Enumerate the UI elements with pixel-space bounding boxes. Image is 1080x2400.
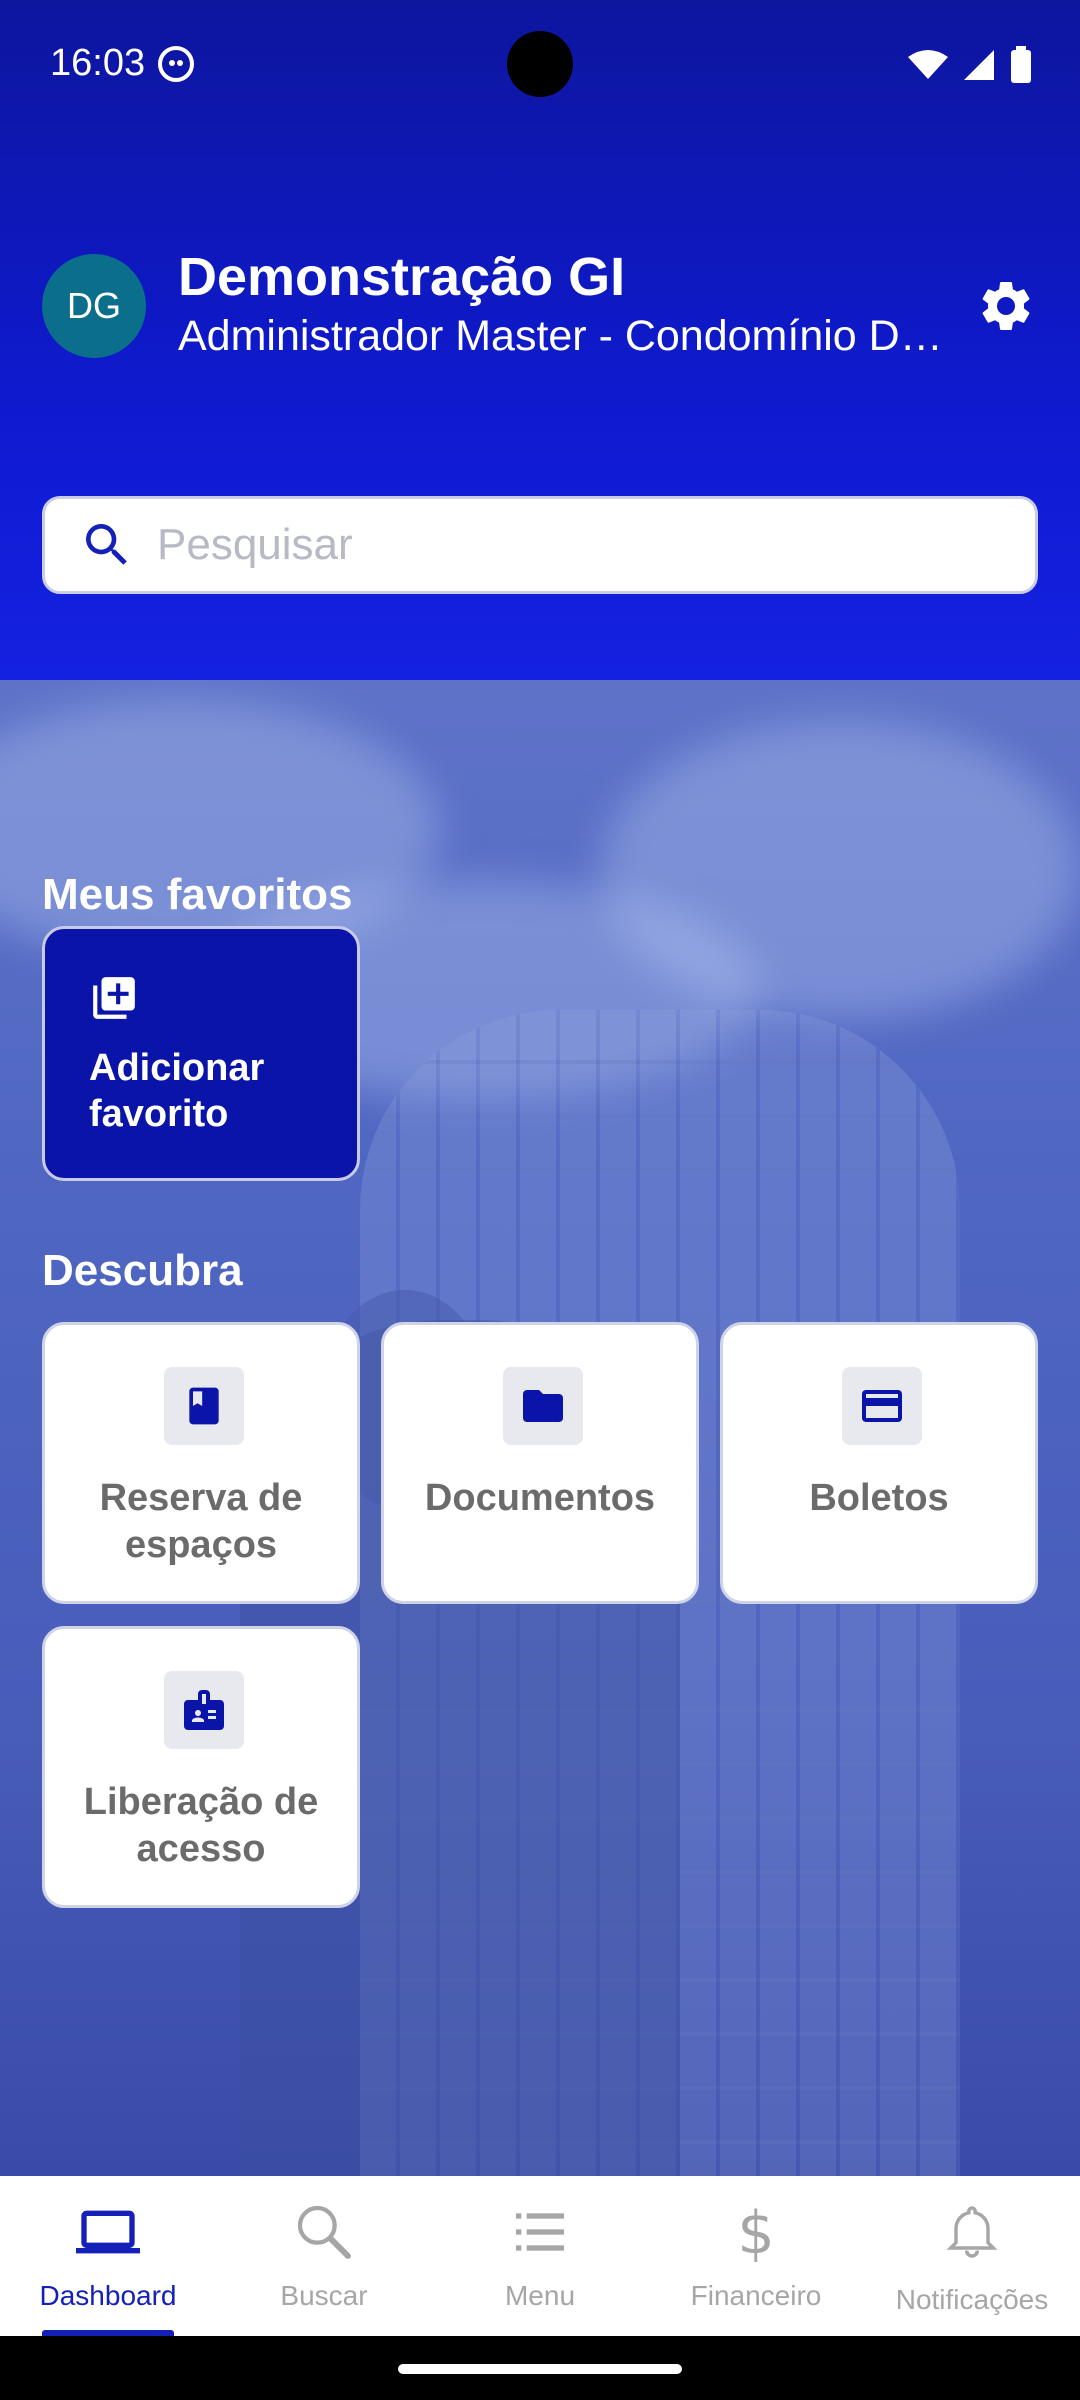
nav-dashboard[interactable]: Dashboard xyxy=(0,2176,216,2336)
folder-icon xyxy=(503,1367,583,1445)
search-bar[interactable] xyxy=(42,496,1038,594)
camera-cutout xyxy=(507,31,573,97)
laptop-icon xyxy=(76,2210,140,2254)
status-icons xyxy=(908,46,1032,84)
nav-menu[interactable]: Menu xyxy=(432,2176,648,2336)
user-role: Administrador Master - Condomínio Demons… xyxy=(178,312,958,360)
svg-text:$: $ xyxy=(737,2200,774,2264)
add-favorite-button[interactable]: Adicionar favorito xyxy=(42,926,360,1181)
user-name: Demonstração GI xyxy=(178,247,626,307)
battery-icon xyxy=(1011,46,1031,83)
gear-icon[interactable] xyxy=(976,276,1036,336)
card-label: Reserva de espaços xyxy=(99,1477,303,1566)
bottom-nav: Dashboard Buscar Menu $ Financeiro Notif… xyxy=(0,2176,1080,2336)
avatar[interactable]: DG xyxy=(42,254,146,358)
card-liberacao-acesso[interactable]: Liberação de acesso xyxy=(42,1626,360,1908)
search-input[interactable] xyxy=(157,520,1017,570)
nav-label: Buscar xyxy=(280,2280,368,2311)
cat-notification-icon xyxy=(158,46,194,82)
discover-title: Descubra xyxy=(42,1246,243,1295)
dollar-icon: $ xyxy=(737,2200,774,2264)
card-label: Liberação de acesso xyxy=(83,1781,319,1870)
status-bar: 16:03 xyxy=(0,0,1080,130)
nav-label: Menu xyxy=(504,2280,576,2311)
header: 16:03 DG Demonstração GI Administrador M… xyxy=(0,0,1080,680)
nav-buscar[interactable]: Buscar xyxy=(216,2176,432,2336)
card-reserva-espacos[interactable]: Reserva de espaços xyxy=(42,1322,360,1604)
card-boletos[interactable]: Boletos xyxy=(720,1322,1038,1604)
nav-label: Financeiro xyxy=(690,2280,822,2311)
card-label: Boletos xyxy=(809,1477,949,1519)
list-icon xyxy=(516,2213,564,2251)
status-time: 16:03 xyxy=(50,42,146,84)
signal-icon xyxy=(964,50,994,80)
add-favorite-label: Adicionar favorito xyxy=(89,1047,265,1135)
favorites-title: Meus favoritos xyxy=(42,870,353,919)
badge-icon xyxy=(164,1671,244,1749)
card-documentos[interactable]: Documentos xyxy=(381,1322,699,1604)
nav-label: Dashboard xyxy=(39,2280,177,2311)
search-icon xyxy=(86,524,127,565)
nav-financeiro[interactable]: $ Financeiro xyxy=(648,2176,864,2336)
card-label: Documentos xyxy=(424,1477,656,1519)
screen: 16:03 DG Demonstração GI Administrador M… xyxy=(0,0,1080,2400)
nav-label: Notificações xyxy=(895,2284,1049,2315)
magnifier-icon xyxy=(297,2205,351,2259)
credit-card-icon xyxy=(842,1367,922,1445)
wifi-icon xyxy=(908,50,948,79)
home-indicator[interactable] xyxy=(398,2364,682,2374)
bell-icon xyxy=(946,2206,998,2258)
book-icon xyxy=(164,1367,244,1445)
nav-notificacoes[interactable]: Notificações xyxy=(864,2176,1080,2336)
library-add-icon xyxy=(93,977,135,1019)
